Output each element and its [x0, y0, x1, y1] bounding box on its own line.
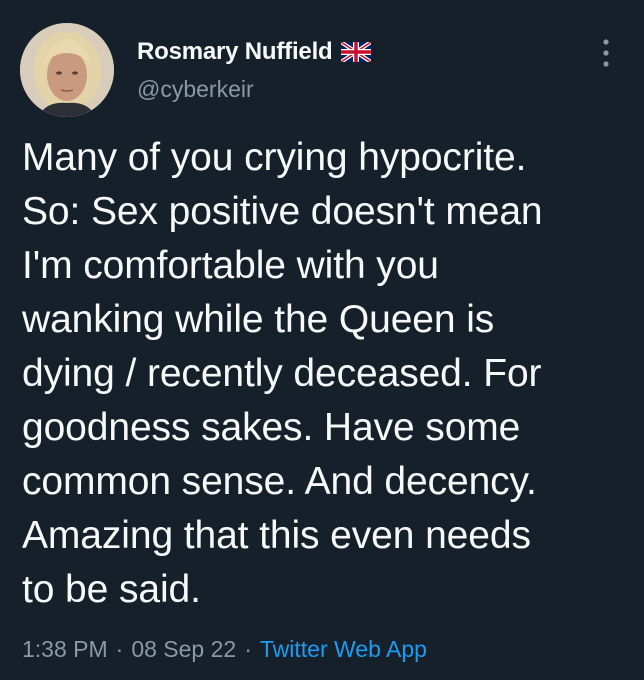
avatar[interactable]	[20, 23, 114, 117]
tweet-date[interactable]: 08 Sep 22	[131, 636, 236, 662]
tweet-text: Many of you crying hypocrite. So: Sex po…	[22, 136, 543, 611]
tweet: Rosmary Nuffield @cyberkeir Many of you …	[0, 0, 644, 680]
display-name[interactable]: Rosmary Nuffield	[137, 38, 333, 66]
tweet-time[interactable]: 1:38 PM	[22, 636, 108, 662]
avatar-image	[20, 23, 114, 117]
uk-flag-icon	[339, 40, 372, 64]
meta-separator: ·	[115, 636, 124, 662]
author-name-row: Rosmary Nuffield	[137, 37, 372, 67]
tweet-source-link[interactable]: Twitter Web App	[260, 636, 427, 662]
more-options-icon[interactable]	[598, 36, 614, 70]
author-handle[interactable]: @cyberkeir	[137, 76, 254, 103]
tweet-meta: 1:38 PM · 08 Sep 22 · Twitter Web App	[22, 636, 427, 663]
meta-separator: ·	[244, 636, 252, 662]
